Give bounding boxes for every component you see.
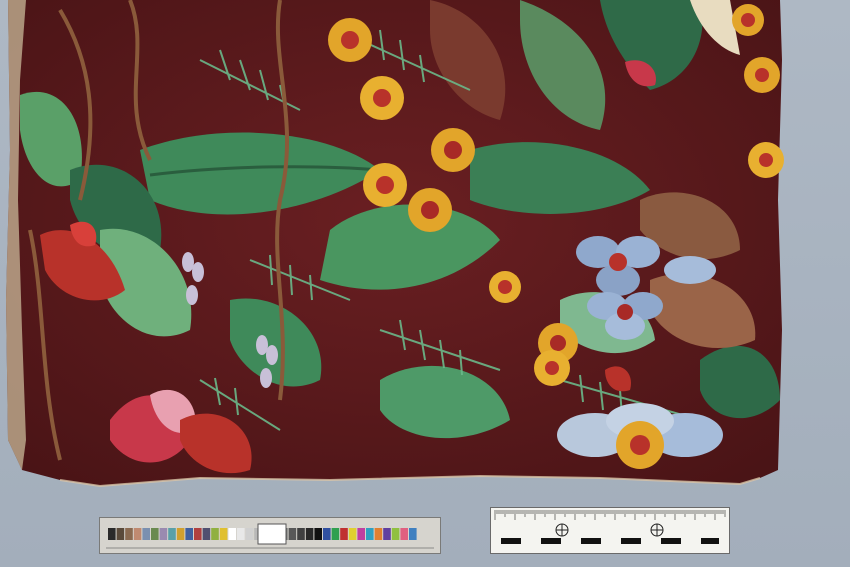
color-swatch: [331, 528, 340, 540]
color-swatch: [125, 528, 133, 540]
color-swatch: [202, 528, 211, 540]
color-calibration-card: [99, 517, 441, 554]
color-card-swatches: [100, 518, 440, 553]
color-swatch: [409, 528, 417, 540]
color-swatch: [159, 528, 168, 540]
color-swatch: [142, 528, 150, 540]
scale-bar: [490, 507, 730, 554]
color-swatch: [133, 528, 142, 540]
color-swatch: [348, 528, 357, 540]
color-swatch: [323, 528, 331, 540]
color-swatch: [194, 528, 202, 540]
photo-stage: [0, 0, 850, 567]
color-swatch: [400, 528, 408, 540]
color-swatch: [228, 528, 236, 540]
color-swatch: [185, 528, 193, 540]
color-swatch: [116, 528, 125, 540]
color-swatch: [391, 528, 400, 540]
textile-fabric: [6, 0, 784, 488]
color-swatch: [305, 528, 314, 540]
color-swatch: [288, 528, 297, 540]
color-swatch: [314, 528, 322, 540]
color-swatch: [219, 528, 228, 540]
scale-bar-graphic: [491, 508, 729, 553]
color-swatch: [383, 528, 391, 540]
color-swatch: [237, 528, 245, 540]
color-swatch: [108, 528, 116, 540]
color-swatch: [357, 528, 365, 540]
color-swatch: [374, 528, 383, 540]
color-swatch: [245, 528, 254, 540]
color-swatch: [297, 528, 305, 540]
color-swatch: [340, 528, 348, 540]
color-swatch: [176, 528, 185, 540]
color-swatch: [151, 528, 159, 540]
color-swatch: [211, 528, 219, 540]
color-swatch: [366, 528, 374, 540]
color-swatch: [168, 528, 176, 540]
